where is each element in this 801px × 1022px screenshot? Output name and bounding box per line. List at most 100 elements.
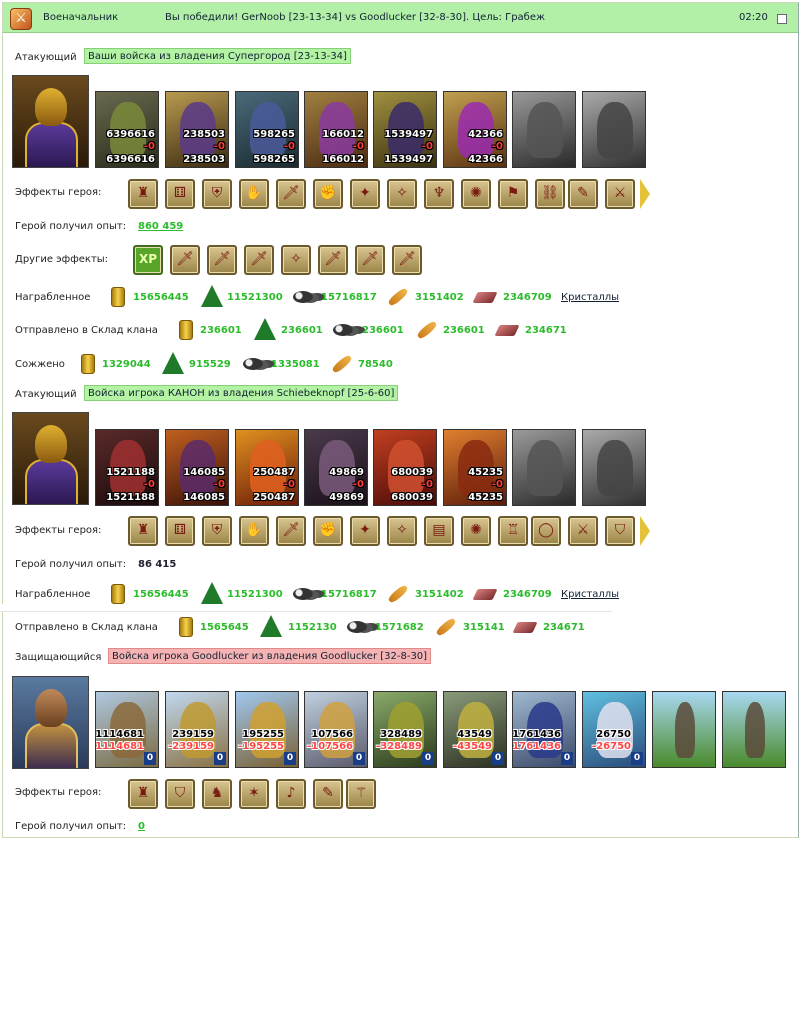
army3-unit-3[interactable]: 195255 -195255 0 (235, 691, 299, 768)
tower-effect-icon[interactable]: ♜ (128, 779, 158, 809)
army2-sent-crystal: 234671 (543, 622, 585, 633)
blue-sword-effect-icon[interactable]: 🗡 (170, 245, 200, 275)
army1-looted-gold: 15656445 (133, 292, 189, 303)
dice-effect-icon[interactable]: ⚅ (165, 516, 195, 546)
red-sword-effect-icon-3[interactable]: 🗡 (318, 245, 348, 275)
army2-looted-gold: 15656445 (133, 589, 189, 600)
dice-effect-icon[interactable]: ⚅ (165, 179, 195, 209)
barrel-effect-icon[interactable]: ▤ (424, 516, 454, 546)
blue-sword-effect-icon-3[interactable]: 🗡 (392, 245, 422, 275)
star-effect-icon[interactable]: ✶ (239, 779, 269, 809)
army3-hero-effects-label: Эффекты героя: (15, 787, 102, 798)
army3-unit-4[interactable]: 107566 -107566 0 (304, 691, 368, 768)
army3-unit-1[interactable]: 1114681 -1114681 0 (95, 691, 159, 768)
horn-effect-icon[interactable]: ♪ (276, 779, 306, 809)
army1-hero-portrait[interactable] (12, 75, 89, 168)
hand-sword-effect-icon[interactable]: ✊ (313, 179, 343, 209)
bone-effect-icon[interactable]: ✎ (568, 179, 598, 209)
unit-loss: -0 (491, 141, 503, 152)
ring-effect-icon[interactable]: ◯ (531, 516, 561, 546)
army3-unit-7[interactable]: 1761436 -1761436 0 (512, 691, 576, 768)
army1-exp-value[interactable]: 860 459 (138, 221, 183, 232)
army1-unit-5[interactable]: 1539497 -0 1539497 (373, 91, 437, 168)
staff-effect-icon[interactable]: ⚚ (346, 779, 376, 809)
army3-unit-8[interactable]: 26750 -26750 0 (582, 691, 646, 768)
army1-unit-3[interactable]: 598265 -0 598265 (235, 91, 299, 168)
scroll-effect-icon[interactable]: ✧ (387, 516, 417, 546)
armor-effect-icon[interactable]: ♖ (498, 516, 528, 546)
scroll-effect-icon-2[interactable]: ✧ (281, 245, 311, 275)
hand-magic-effect-icon[interactable]: ✦ (350, 179, 380, 209)
army3-unit-5[interactable]: 328489 -328489 0 (373, 691, 437, 768)
shield-effect-icon[interactable]: ⛨ (202, 179, 232, 209)
close-checkbox[interactable] (777, 14, 787, 24)
army3-hero-portrait[interactable] (12, 676, 89, 769)
hand-sword-effect-icon[interactable]: ✊ (313, 516, 343, 546)
xp-effect-icon[interactable]: XP (133, 245, 163, 275)
army2-unit-4[interactable]: 49869 -0 49869 (304, 429, 368, 506)
unit-remaining: 0 (144, 752, 156, 765)
hand-magic-effect-icon[interactable]: ✦ (350, 516, 380, 546)
golden-sword-effect-icon[interactable]: ⚔ (568, 516, 598, 546)
army1-sent-wood: 236601 (281, 325, 323, 336)
golden-sword-effect-icon[interactable]: ⚔ (605, 179, 635, 209)
net-effect-icon[interactable]: ✺ (461, 516, 491, 546)
chain-effect-icon[interactable]: ⛓ (535, 179, 565, 209)
sword-effect-icon[interactable]: 🗡 (276, 179, 306, 209)
defending-label: Защищающийся (15, 652, 102, 663)
army1-crystals-link[interactable]: Кристаллы (561, 292, 619, 303)
army2-hero-portrait[interactable] (12, 412, 89, 505)
army1-unit-1[interactable]: 6396616 -0 6396616 (95, 91, 159, 168)
army1-burned-gold: 1329044 (102, 359, 151, 370)
red-sword-effect-icon-2[interactable]: 🗡 (244, 245, 274, 275)
army2-unit-2[interactable]: 146085 -0 146085 (165, 429, 229, 506)
army3-tower-1[interactable] (652, 691, 716, 768)
army1-unit-2[interactable]: 238503 -0 238503 (165, 91, 229, 168)
fire-shield-effect-icon[interactable]: ⛉ (165, 779, 195, 809)
scroll-right-arrow-icon[interactable] (640, 179, 650, 209)
army3-tower-2[interactable] (722, 691, 786, 768)
wood-icon (260, 615, 282, 637)
ore-icon (243, 358, 263, 370)
army3-unit-6[interactable]: 43549 -43549 0 (443, 691, 507, 768)
army1-looted-wood: 11521300 (227, 292, 283, 303)
army2-hero-effects-label: Эффекты героя: (15, 525, 102, 536)
wolf-effect-icon[interactable]: ♞ (202, 779, 232, 809)
army2-unit-6[interactable]: 45235 -0 45235 (443, 429, 507, 506)
army1-unit-6[interactable]: 42366 -0 42366 (443, 91, 507, 168)
army2-unit-5[interactable]: 680039 -0 680039 (373, 429, 437, 506)
unit-loss: -239159 (168, 741, 214, 752)
unit-count: 1521188 (106, 467, 155, 478)
scroll-right-arrow-icon-2[interactable] (640, 516, 650, 546)
banner-effect-icon[interactable]: ⚑ (498, 179, 528, 209)
unit-remaining: 0 (492, 752, 504, 765)
castle-effect-icon[interactable]: ♜ (128, 179, 158, 209)
blue-sword-effect-icon-2[interactable]: 🗡 (355, 245, 385, 275)
totem-effect-icon[interactable]: ♆ (424, 179, 454, 209)
army3-exp-value[interactable]: 0 (138, 821, 145, 832)
army2-crystals-link[interactable]: Кристаллы (561, 589, 619, 600)
army2-exp-label: Герой получил опыт: (15, 559, 127, 570)
unit-loss: -107566 (307, 741, 353, 752)
hand-shield-effect-icon[interactable]: ✋ (239, 516, 269, 546)
army2-looted-ore: 15716817 (321, 589, 377, 600)
army3-unit-2[interactable]: 239159 -239159 0 (165, 691, 229, 768)
unit-loss: -0 (283, 479, 295, 490)
shield-effect-icon[interactable]: ⛨ (202, 516, 232, 546)
army1-sent-label: Отправлено в Склад клана (15, 325, 158, 336)
army1-sent-ore: 236601 (362, 325, 404, 336)
army2-unit-1[interactable]: 1521188 -0 1521188 (95, 429, 159, 506)
unit-count: 195255 (242, 729, 284, 740)
castle-effect-icon[interactable]: ♜ (128, 516, 158, 546)
army1-tag: Ваши войска из владения Супергород [23-1… (84, 48, 351, 64)
sword-effect-icon[interactable]: 🗡 (276, 516, 306, 546)
red-shield-effect-icon[interactable]: ⛉ (605, 516, 635, 546)
net-effect-icon[interactable]: ✺ (461, 179, 491, 209)
gold-icon (111, 287, 125, 307)
army2-unit-3[interactable]: 250487 -0 250487 (235, 429, 299, 506)
red-sword-effect-icon[interactable]: 🗡 (207, 245, 237, 275)
army1-unit-4[interactable]: 166012 -0 166012 (304, 91, 368, 168)
scroll-effect-icon[interactable]: ✧ (387, 179, 417, 209)
hand-shield-effect-icon[interactable]: ✋ (239, 179, 269, 209)
bone-effect-icon[interactable]: ✎ (313, 779, 343, 809)
